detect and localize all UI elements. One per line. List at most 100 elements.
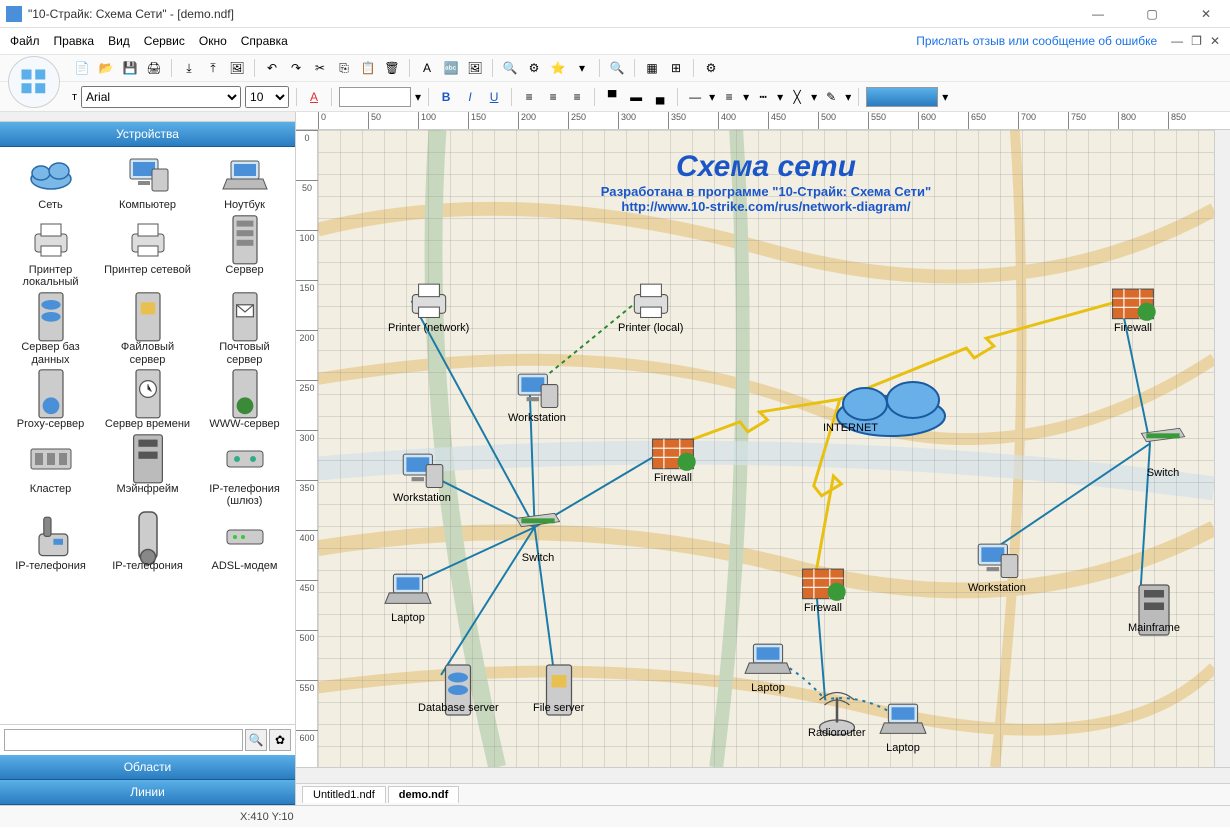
node-ws2[interactable]: Workstation [393,450,451,504]
device-mailserver[interactable]: Почтовый сервер [198,295,291,368]
align-right-button[interactable]: ≡ [567,87,587,107]
new-button[interactable]: 📄 [72,58,92,78]
dropdown-icon[interactable]: ▾ [942,90,948,104]
line-color-button[interactable]: ✎ [821,87,841,107]
fill-color-box[interactable] [339,87,411,107]
device-timeserver[interactable]: Сервер времени [101,372,194,433]
node-switch1[interactable]: Switch [513,510,563,564]
section-areas[interactable]: Области [0,755,295,780]
search-button[interactable]: 🔍 [245,729,267,751]
delete-button[interactable]: 🗑 [382,58,402,78]
menu-view[interactable]: Вид [108,34,130,48]
node-mainframe[interactable]: Mainframe [1128,580,1180,634]
print-button[interactable]: 🖨 [144,58,164,78]
valign-middle-button[interactable]: ▬ [626,87,646,107]
node-firewall2[interactable]: Firewall [798,560,848,614]
mdi-minimize-icon[interactable]: — [1171,34,1183,48]
export-button[interactable]: ⤓ [179,58,199,78]
device-cloud[interactable]: Сеть [4,153,97,214]
sidebar-scroll-top[interactable] [0,112,295,122]
dropdown-icon[interactable]: ▾ [415,90,421,104]
insert-image-button[interactable]: 🖼 [465,58,485,78]
diagram-canvas[interactable]: Схема сети Разработана в программе "10-С… [318,130,1214,767]
node-printer-net[interactable]: Printer (network) [388,280,469,334]
cut-button[interactable]: ✂ [310,58,330,78]
copy-button[interactable]: ⎘ [334,58,354,78]
scan-button[interactable]: 🔍 [500,58,520,78]
device-pc[interactable]: Компьютер [101,153,194,214]
underline-button[interactable]: U [484,87,504,107]
search-input[interactable] [4,729,243,751]
font-name-select[interactable]: Arial [81,86,241,108]
dropdown-icon[interactable]: ▾ [709,90,715,104]
accent-color-box[interactable] [866,87,938,107]
node-laptop2[interactable]: Laptop [743,640,793,694]
align-left-button[interactable]: ≡ [519,87,539,107]
menu-help[interactable]: Справка [241,34,288,48]
node-firewall1[interactable]: Firewall [648,430,698,484]
node-switch2[interactable]: Switch [1138,425,1188,479]
grid-button[interactable]: ▦ [642,58,662,78]
vertical-scrollbar[interactable] [1214,130,1230,767]
snap-button[interactable]: ⊞ [666,58,686,78]
dropdown-icon[interactable]: ▾ [777,90,783,104]
dropdown-icon[interactable]: ▾ [845,90,851,104]
mdi-restore-icon[interactable]: ❐ [1191,34,1202,48]
device-phone[interactable]: IP-телефония [4,514,97,575]
device-printer[interactable]: Принтер сетевой [101,218,194,291]
font-size-select[interactable]: 10 [245,86,289,108]
search-settings-button[interactable]: ✿ [269,729,291,751]
dropdown-icon[interactable]: ▾ [743,90,749,104]
image-button[interactable]: 🖼 [227,58,247,78]
menu-window[interactable]: Окно [199,34,227,48]
undo-button[interactable]: ↶ [262,58,282,78]
node-printer-local[interactable]: Printer (local) [618,280,683,334]
node-internet[interactable]: INTERNET [823,380,878,434]
device-phone2[interactable]: IP-телефония [101,514,194,575]
arrow-down-icon[interactable]: ▾ [572,58,592,78]
section-devices[interactable]: Устройства [0,122,295,147]
device-printer[interactable]: Принтер локальный [4,218,97,291]
menu-file[interactable]: Файл [10,34,40,48]
line-weight-button[interactable]: ≡ [719,87,739,107]
save-button[interactable]: 💾 [120,58,140,78]
line-solid-button[interactable]: — [685,87,705,107]
wizard-button[interactable]: ⭐ [548,58,568,78]
textbox-button[interactable]: 🔤 [441,58,461,78]
device-laptop[interactable]: Ноутбук [198,153,291,214]
line-pattern-button[interactable]: ╳ [787,87,807,107]
tab-untitled[interactable]: Untitled1.ndf [302,786,386,803]
device-voip[interactable]: IP-телефония (шлюз) [198,437,291,510]
horizontal-scrollbar[interactable] [296,767,1230,783]
text-tool-button[interactable]: A [417,58,437,78]
device-fileserver[interactable]: Файловый сервер [101,295,194,368]
device-cluster[interactable]: Кластер [4,437,97,510]
node-dbserver[interactable]: Database server [418,660,499,714]
redo-button[interactable]: ↷ [286,58,306,78]
line-dash-button[interactable]: ┅ [753,87,773,107]
italic-button[interactable]: I [460,87,480,107]
node-laptop3[interactable]: Laptop [878,700,928,754]
paste-button[interactable]: 📋 [358,58,378,78]
minimize-button[interactable]: — [1080,2,1116,26]
device-modem[interactable]: ADSL-модем [198,514,291,575]
menu-tools[interactable]: Сервис [144,34,185,48]
open-button[interactable]: 📂 [96,58,116,78]
node-ws3[interactable]: Workstation [968,540,1026,594]
close-button[interactable]: ✕ [1188,2,1224,26]
device-mainframe[interactable]: Мэйнфрейм [101,437,194,510]
mdi-close-icon[interactable]: ✕ [1210,34,1220,48]
font-color-button[interactable]: A [304,87,324,107]
section-lines[interactable]: Линии [0,780,295,805]
align-center-button[interactable]: ≡ [543,87,563,107]
settings-button[interactable]: ⚙ [701,58,721,78]
node-fileserver[interactable]: File server [533,660,584,714]
feedback-link[interactable]: Прислать отзыв или сообщение об ошибке [916,34,1157,48]
import-button[interactable]: ⤒ [203,58,223,78]
node-firewall3[interactable]: Firewall [1108,280,1158,334]
valign-top-button[interactable]: ▀ [602,87,622,107]
dropdown-icon[interactable]: ▾ [811,90,817,104]
device-proxy[interactable]: Proxy-сервер [4,372,97,433]
zoom-button[interactable]: 🔍 [607,58,627,78]
node-ws1[interactable]: Workstation [508,370,566,424]
